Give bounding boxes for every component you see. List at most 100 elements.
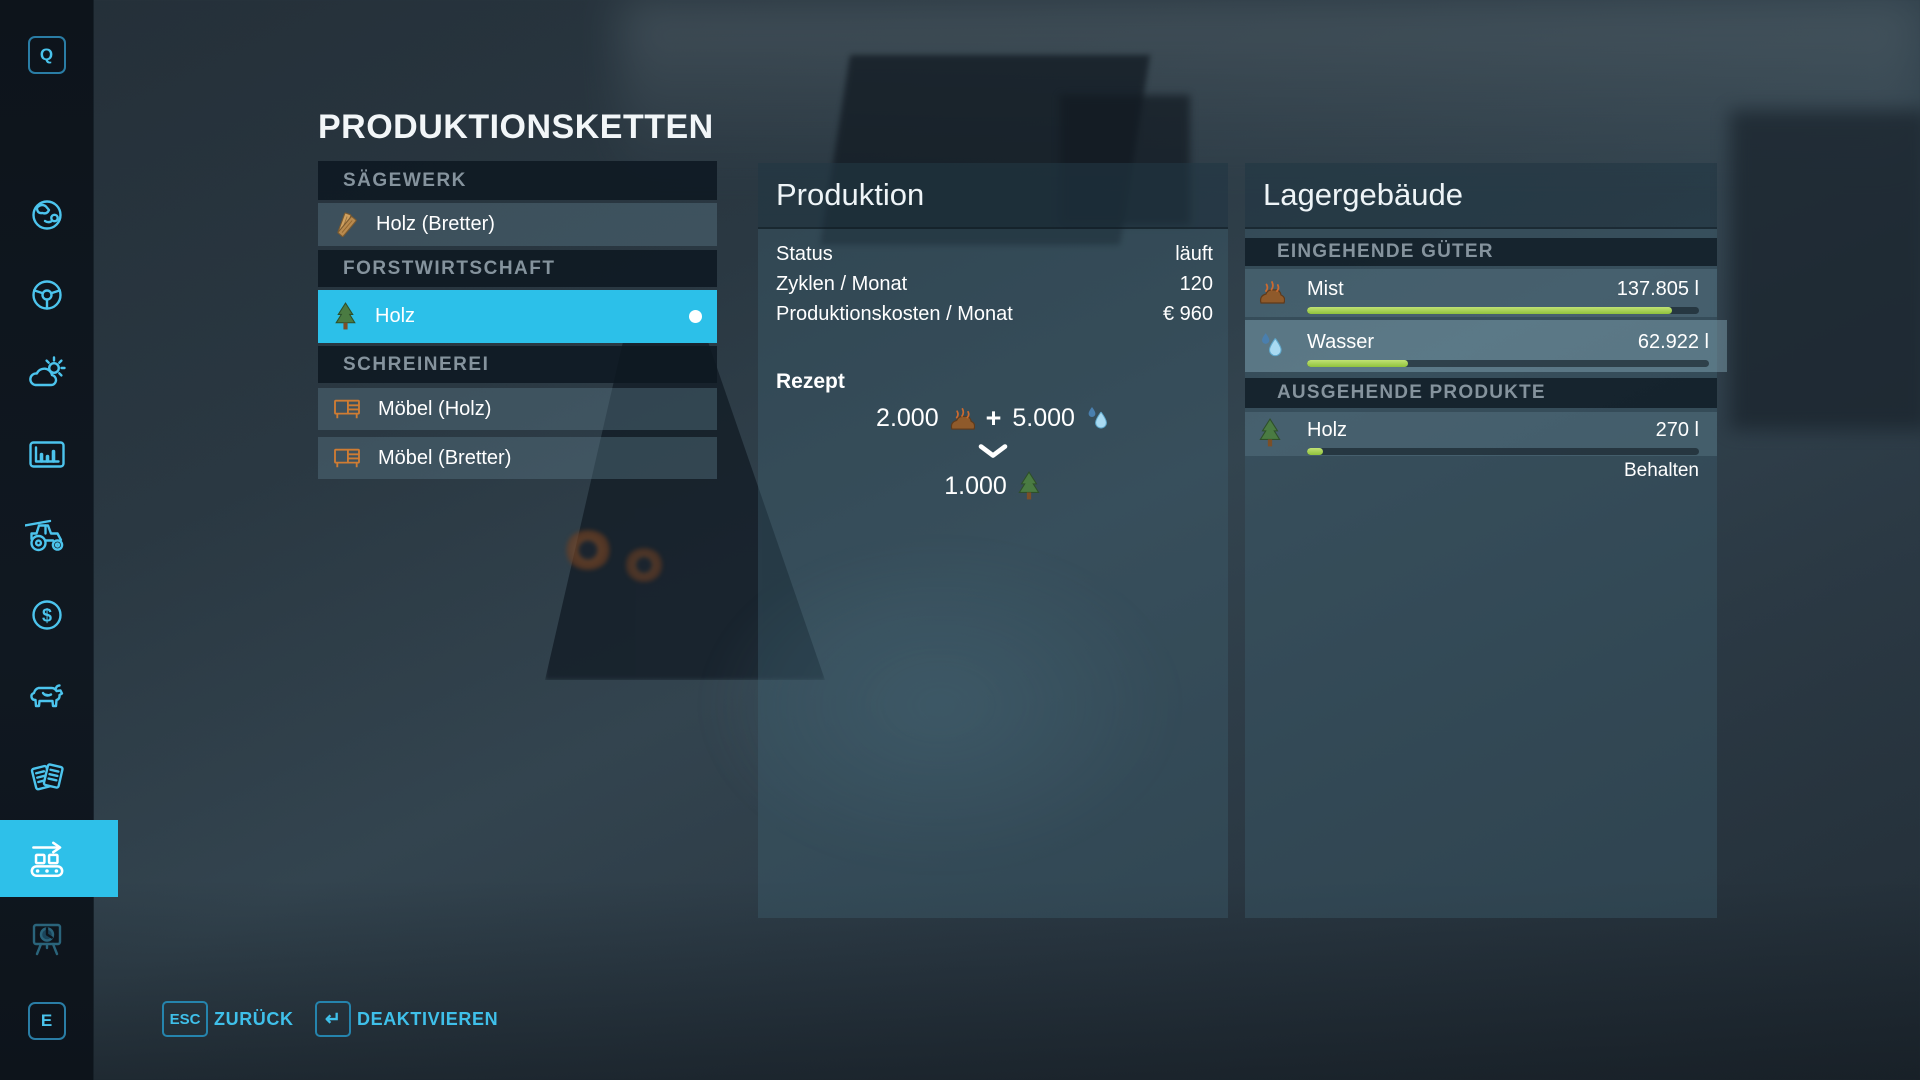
hotkey-q-badge: Q <box>0 34 93 76</box>
section-header-label: SCHREINEREI <box>343 354 489 376</box>
section-header-label: FORSTWIRTSCHAFT <box>343 258 555 280</box>
tree-icon <box>1257 418 1283 448</box>
scene-machine <box>1730 110 1920 430</box>
svg-text:$: $ <box>41 606 51 626</box>
recipe-inputs: 2.000 + 5.000 <box>758 403 1228 434</box>
section-header-label: EINGEHENDE GÜTER <box>1277 241 1494 263</box>
scene-object <box>565 530 611 570</box>
list-item-holz-selected[interactable]: Holz <box>318 290 717 343</box>
presentation-board-icon <box>25 918 69 962</box>
storage-panel: Lagergebäude EINGEHENDE GÜTER Mist 137.8… <box>1245 163 1717 918</box>
list-item-moebel-holz[interactable]: Möbel (Holz) <box>318 388 717 430</box>
recipe-input-amount: 5.000 <box>1012 404 1075 433</box>
key-q-label: Q <box>28 36 66 74</box>
sidebar-item-animals[interactable] <box>0 673 93 717</box>
fill-level-value <box>1307 360 1408 367</box>
storage-good-label: Holz <box>1307 419 1347 442</box>
plus-sign: + <box>986 403 1002 434</box>
recipe-output-amount: 1.000 <box>944 472 1007 501</box>
storage-good-label: Mist <box>1307 278 1344 301</box>
section-header-schreinerei: SCHREINEREI <box>318 346 717 383</box>
production-panel: Produktion Status läuft Zyklen / Monat 1… <box>758 163 1228 918</box>
tractor-icon <box>25 513 69 557</box>
fill-level-bar <box>1307 448 1699 455</box>
scene-sky <box>620 0 1920 190</box>
sidebar-item-garage[interactable] <box>0 513 93 557</box>
section-header-label: SÄGEWERK <box>343 170 467 192</box>
section-header-saegewerk: SÄGEWERK <box>318 161 717 200</box>
storage-panel-title: Lagergebäude <box>1245 163 1717 229</box>
sidebar: Q <box>0 0 94 1080</box>
stat-row-cycles: Zyklen / Monat 120 <box>776 270 1213 298</box>
distribution-mode-label[interactable]: Behalten <box>1624 460 1699 482</box>
sidebar-item-vehicles[interactable] <box>0 273 93 317</box>
fill-level-value <box>1307 448 1323 455</box>
sidebar-item-weather[interactable] <box>0 353 93 397</box>
storage-good-amount: 137.805 l <box>1617 278 1699 301</box>
list-item-label: Holz <box>375 305 415 328</box>
storage-good-label: Wasser <box>1307 331 1374 354</box>
recipe-output: 1.000 <box>758 471 1228 501</box>
sidebar-item-production-chains[interactable] <box>0 820 118 897</box>
sidebar-item-map[interactable] <box>0 193 93 237</box>
manure-icon <box>1257 278 1285 306</box>
production-panel-title: Produktion <box>758 163 1228 229</box>
stat-value: läuft <box>1175 243 1213 266</box>
sidebar-item-presentation[interactable] <box>0 918 93 962</box>
manure-icon <box>948 405 975 432</box>
tree-icon <box>1016 471 1042 501</box>
stat-value: € 960 <box>1163 303 1213 326</box>
storage-row-mist[interactable]: Mist 137.805 l <box>1245 269 1717 317</box>
recipe-input-amount: 2.000 <box>876 404 939 433</box>
stat-row-costs: Produktionskosten / Monat € 960 <box>776 300 1213 328</box>
back-button[interactable]: ZURÜCK <box>214 1001 294 1037</box>
water-icon <box>1257 331 1285 361</box>
fill-level-value <box>1307 307 1672 314</box>
page-title: PRODUKTIONSKETTEN <box>318 108 714 147</box>
storage-row-holz[interactable]: Holz 270 l <box>1245 412 1717 456</box>
statistics-icon <box>25 433 69 477</box>
enter-key-badge[interactable]: ↵ <box>315 1001 351 1037</box>
storage-row-wasser[interactable]: Wasser 62.922 l <box>1245 320 1727 372</box>
chevron-down-icon <box>976 443 1010 460</box>
furniture-icon <box>333 446 361 470</box>
steering-wheel-icon <box>25 273 69 317</box>
finances-icon: $ <box>25 593 69 637</box>
section-header-label: AUSGEHENDE PRODUKTE <box>1277 382 1546 404</box>
list-item-label: Möbel (Bretter) <box>378 447 511 470</box>
active-production-dot <box>689 310 702 323</box>
esc-key-label: ESC <box>170 1011 201 1028</box>
stat-row-status: Status läuft <box>776 240 1213 268</box>
stat-value: 120 <box>1180 273 1213 296</box>
production-chains-list: SÄGEWERK Holz (Bretter) FORSTWIRTSCHAFT … <box>318 161 717 481</box>
water-icon <box>1084 405 1110 433</box>
weather-icon <box>25 353 69 397</box>
list-item-moebel-bretter[interactable]: Möbel (Bretter) <box>318 437 717 479</box>
tree-icon <box>333 302 358 331</box>
section-header-forstwirtschaft: FORSTWIRTSCHAFT <box>318 250 717 287</box>
list-item-holz-bretter[interactable]: Holz (Bretter) <box>318 203 717 246</box>
key-e-label: E <box>28 1002 66 1040</box>
fill-level-bar <box>1307 360 1709 367</box>
furniture-icon <box>333 397 361 421</box>
production-chains-icon <box>24 836 70 882</box>
recipe-heading: Rezept <box>776 370 845 394</box>
stat-label: Status <box>776 243 833 266</box>
stat-label: Produktionskosten / Monat <box>776 303 1013 326</box>
sidebar-item-finances[interactable]: $ <box>0 593 93 637</box>
esc-key-badge[interactable]: ESC <box>162 1001 208 1037</box>
globe-icon <box>25 193 69 237</box>
list-item-label: Möbel (Holz) <box>378 398 491 421</box>
stat-label: Zyklen / Monat <box>776 273 907 296</box>
hotkey-e-badge: E <box>0 1000 93 1042</box>
storage-good-amount: 62.922 l <box>1638 331 1709 354</box>
sidebar-item-prices[interactable] <box>0 756 93 800</box>
outgoing-products-header: AUSGEHENDE PRODUKTE <box>1245 378 1717 408</box>
deactivate-button[interactable]: DEAKTIVIEREN <box>357 1001 498 1037</box>
incoming-goods-header: EINGEHENDE GÜTER <box>1245 238 1717 266</box>
enter-key-icon: ↵ <box>325 1008 341 1031</box>
cow-icon <box>25 673 69 717</box>
list-item-label: Holz (Bretter) <box>376 213 495 236</box>
wood-planks-icon <box>333 212 359 238</box>
sidebar-item-statistics[interactable] <box>0 433 93 477</box>
